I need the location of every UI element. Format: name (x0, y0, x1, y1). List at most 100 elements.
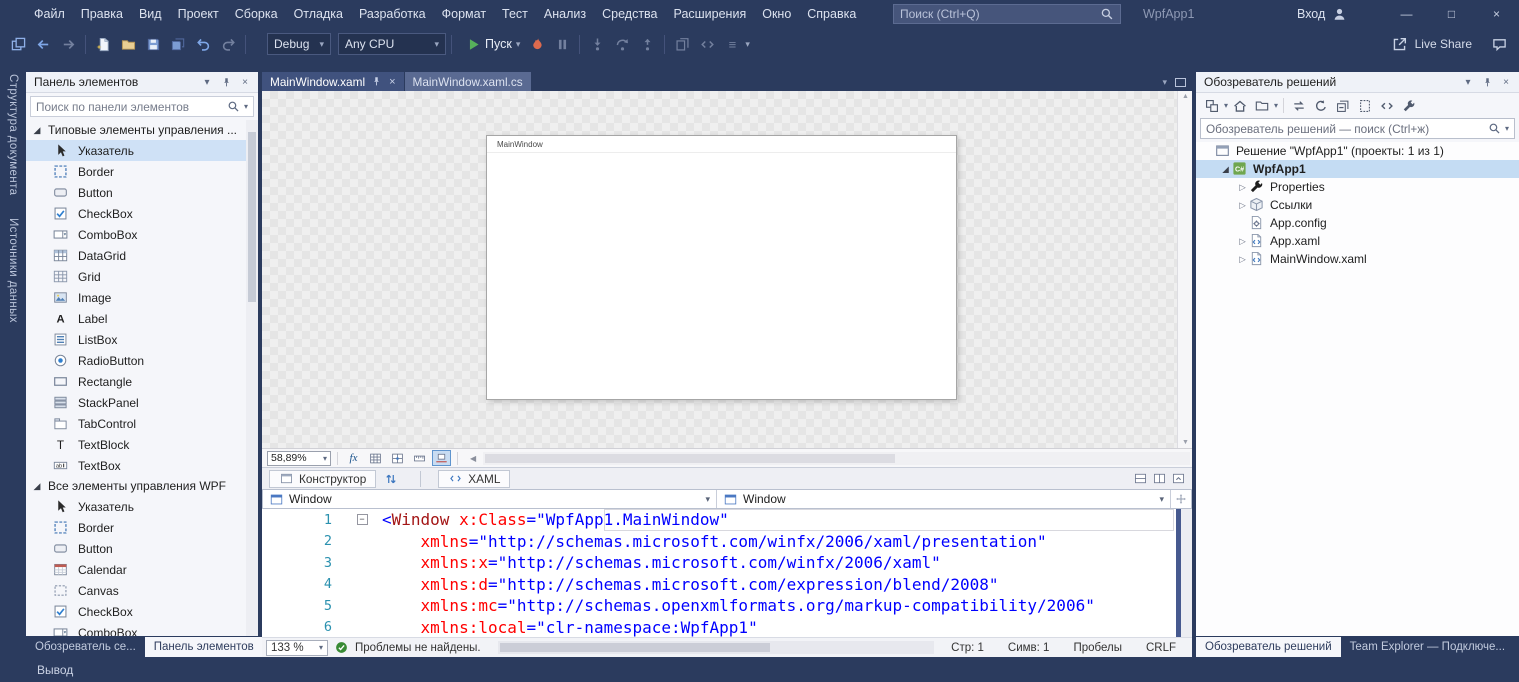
close-icon[interactable]: × (237, 75, 253, 90)
code-line-1[interactable]: 1−<Window x:Class="WpfApp1.MainWindow" (262, 509, 1192, 531)
break-all-icon[interactable] (550, 32, 574, 56)
menu-item-7[interactable]: Формат (434, 0, 494, 28)
panel-tab-0[interactable]: Обозреватель се... (26, 637, 145, 657)
step-over-icon[interactable] (610, 32, 634, 56)
tree-item[interactable]: ▷Ссылки (1196, 196, 1519, 214)
panel-tab-1[interactable]: Панель элементов (145, 637, 263, 657)
window-position-icon[interactable]: ▾ (1460, 75, 1476, 90)
step-into-icon[interactable] (585, 32, 609, 56)
toolbox-item[interactable]: ComboBox (26, 224, 258, 245)
breadcrumb-member-dropdown[interactable]: Window ▾ (717, 490, 1171, 508)
toolbox-item[interactable]: Border (26, 161, 258, 182)
maximize-button[interactable]: □ (1429, 0, 1474, 28)
menu-item-11[interactable]: Расширения (666, 0, 755, 28)
spaces-indicator[interactable]: Пробелы (1073, 642, 1122, 654)
toolbox-item[interactable]: Указатель (26, 140, 258, 161)
designer-vertical-scrollbar[interactable]: ▲ ▼ (1177, 91, 1192, 448)
line-ending-indicator[interactable]: CRLF (1146, 642, 1176, 654)
undo-icon[interactable] (191, 32, 215, 56)
solution-explorer-header[interactable]: Обозреватель решений ▾ × (1196, 72, 1519, 93)
expander-icon[interactable]: ▷ (1236, 182, 1249, 193)
pin-icon[interactable] (218, 75, 234, 90)
toolbox-item[interactable]: Rectangle (26, 371, 258, 392)
properties-icon[interactable] (1399, 96, 1419, 115)
output-tab[interactable]: Вывод (37, 663, 73, 677)
menu-item-4[interactable]: Сборка (227, 0, 286, 28)
split-vertical-icon[interactable] (1152, 472, 1166, 486)
toolbox-item[interactable]: RadioButton (26, 350, 258, 371)
hot-reload-icon[interactable] (525, 32, 549, 56)
toolbox-item[interactable]: abTextBox (26, 455, 258, 476)
redo-icon[interactable] (216, 32, 240, 56)
tree-item[interactable]: ▷Properties (1196, 178, 1519, 196)
code-line-3[interactable]: 3 xmlns:x="http://schemas.microsoft.com/… (262, 552, 1192, 574)
snap-to-grid-icon[interactable] (388, 450, 407, 466)
swap-panes-icon[interactable] (380, 470, 402, 488)
tree-item[interactable]: App.config (1196, 214, 1519, 232)
document-tab[interactable]: MainWindow.xaml.cs (405, 72, 531, 91)
close-tab-icon[interactable]: × (389, 76, 395, 88)
toolbox-item[interactable]: ComboBox (26, 622, 258, 636)
menu-item-3[interactable]: Проект (170, 0, 227, 28)
split-horizontal-icon[interactable] (1133, 472, 1147, 486)
toolbox-item[interactable]: Button (26, 538, 258, 559)
home-icon[interactable] (1230, 96, 1250, 115)
start-debugging-button[interactable]: Пуск ▾ (465, 36, 520, 52)
save-all-icon[interactable] (166, 32, 190, 56)
code-line-6[interactable]: 6 xmlns:local="clr-namespace:WpfApp1" (262, 617, 1192, 638)
toolbox-item[interactable]: Grid (26, 266, 258, 287)
effects-toggle-button[interactable]: fx (344, 450, 363, 466)
scrollbar-thumb[interactable] (1176, 509, 1181, 637)
scrollbar-thumb[interactable] (248, 132, 256, 302)
code-line-5[interactable]: 5 xmlns:mc="http://schemas.openxmlformat… (262, 595, 1192, 617)
document-tab[interactable]: MainWindow.xaml× (262, 72, 404, 91)
tree-item[interactable]: ▷App.xaml (1196, 232, 1519, 250)
editor-zoom-dropdown[interactable]: 133 % ▾ (266, 640, 328, 656)
toolbox-item[interactable]: DataGrid (26, 245, 258, 266)
find-in-files-icon[interactable] (670, 32, 694, 56)
send-feedback-icon[interactable] (1487, 32, 1511, 56)
close-button[interactable]: × (1474, 0, 1519, 28)
live-share-button[interactable]: Live Share (1391, 35, 1472, 53)
search-icon[interactable] (1100, 7, 1114, 21)
caret-column-indicator[interactable]: Симв: 1 (1008, 642, 1050, 654)
toolbox-item[interactable]: StackPanel (26, 392, 258, 413)
editor-horizontal-scrollbar[interactable] (498, 641, 935, 654)
menu-item-6[interactable]: Разработка (351, 0, 434, 28)
code-line-2[interactable]: 2 xmlns="http://schemas.microsoft.com/wi… (262, 531, 1192, 553)
panel-tab-0[interactable]: Обозреватель решений (1196, 637, 1341, 657)
menu-item-10[interactable]: Средства (594, 0, 665, 28)
active-files-dropdown-icon[interactable]: ▾ (1162, 77, 1167, 88)
toolbox-item[interactable]: TTextBlock (26, 434, 258, 455)
side-tab-0[interactable]: Структура документа (7, 64, 19, 204)
toolbox-group-header-0[interactable]: ◢Типовые элементы управления ... (26, 120, 258, 140)
toolbox-scrollbar[interactable] (246, 120, 258, 636)
search-icon[interactable] (1488, 122, 1501, 135)
platform-dropdown[interactable]: Any CPU ▾ (338, 33, 446, 55)
snap-to-snaplines-icon[interactable] (432, 450, 451, 466)
solutions-folders-icon[interactable] (1252, 96, 1272, 115)
ruler-icon[interactable] (410, 450, 429, 466)
design-pane-tab[interactable]: Конструктор (269, 470, 376, 488)
open-file-icon[interactable] (116, 32, 140, 56)
chevron-down-icon[interactable]: ▾ (1505, 124, 1509, 133)
menu-item-8[interactable]: Тест (494, 0, 536, 28)
chevron-down-icon[interactable]: ▾ (705, 494, 710, 505)
tree-item[interactable]: Решение "WpfApp1" (проекты: 1 из 1) (1196, 142, 1519, 160)
toolbox-search-input[interactable]: Поиск по панели элементов ▾ (30, 96, 254, 117)
design-surface[interactable]: MainWindow ▲ ▼ (262, 91, 1192, 448)
configuration-dropdown[interactable]: Debug ▾ (267, 33, 331, 55)
design-window-preview[interactable]: MainWindow (486, 135, 957, 400)
menu-item-9[interactable]: Анализ (536, 0, 594, 28)
quick-actions-icon[interactable] (695, 32, 719, 56)
sync-with-active-document-icon[interactable] (1289, 96, 1309, 115)
code-line-4[interactable]: 4 xmlns:d="http://schemas.microsoft.com/… (262, 574, 1192, 596)
pin-icon[interactable] (371, 76, 382, 87)
chevron-down-icon[interactable]: ▾ (745, 39, 750, 50)
pan-grip-icon[interactable] (1171, 490, 1191, 508)
designer-hscroll-left-icon[interactable]: ◀ (470, 454, 476, 463)
caret-line-indicator[interactable]: Стр: 1 (951, 642, 984, 654)
chevron-down-icon[interactable]: ▾ (1274, 101, 1278, 110)
scroll-down-icon[interactable]: ▼ (1178, 439, 1192, 446)
show-all-files-icon[interactable] (1355, 96, 1375, 115)
